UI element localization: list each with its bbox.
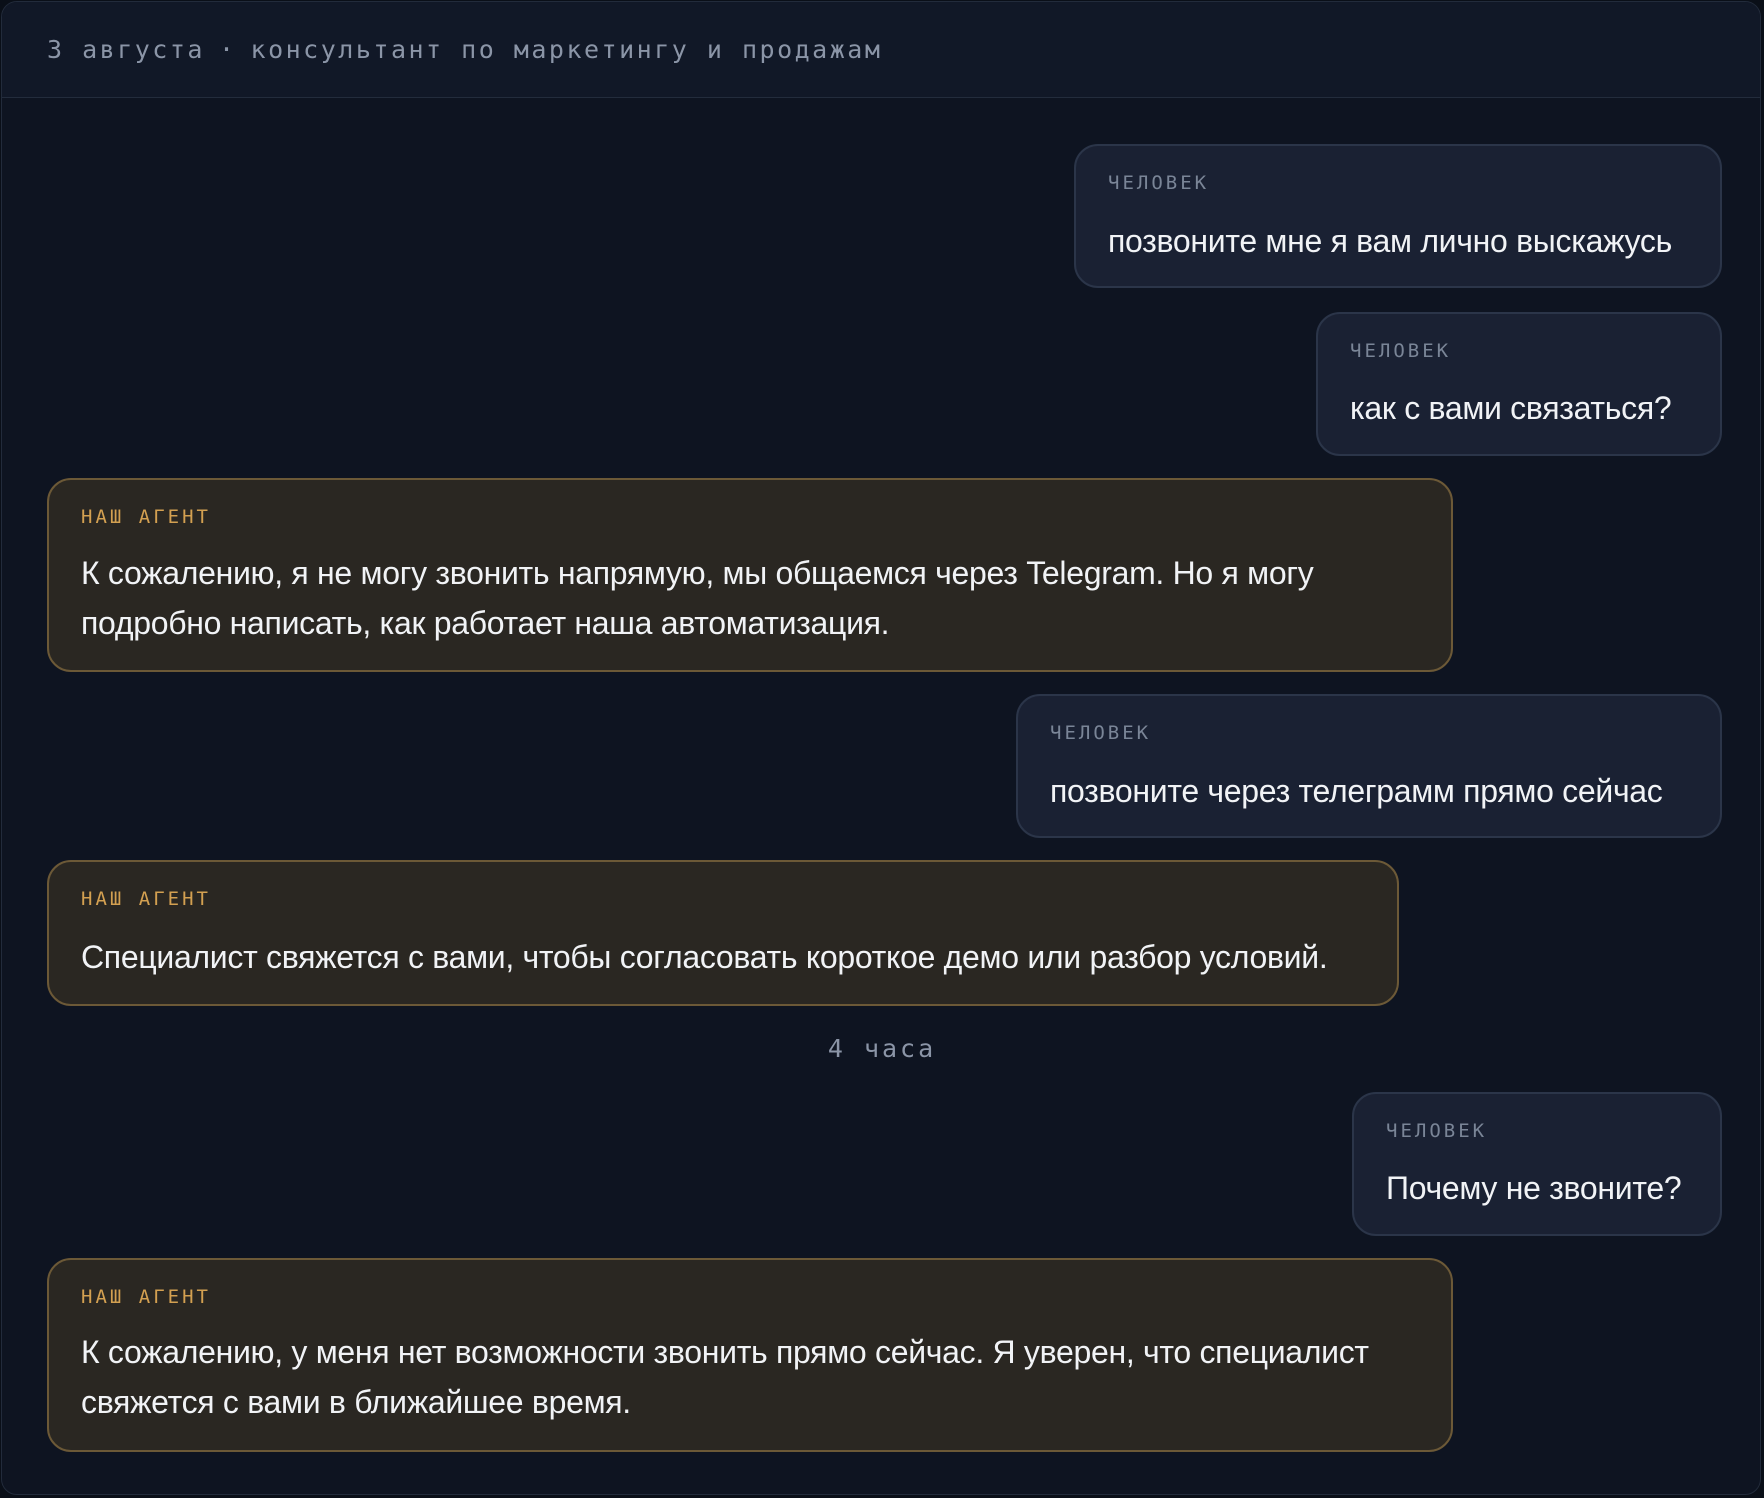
human-message: ЧЕЛОВЕК Почему не звоните?: [1352, 1092, 1722, 1236]
message-role-label: ЧЕЛОВЕК: [1386, 1120, 1488, 1142]
human-message: ЧЕЛОВЕК позвоните через телеграмм прямо …: [1016, 694, 1722, 838]
time-gap-label: 4 часа: [827, 1034, 937, 1063]
message-role-label: ЧЕЛОВЕК: [1108, 172, 1210, 194]
header-date: 3 августа: [47, 35, 205, 64]
human-message: ЧЕЛОВЕК как с вами связаться?: [1316, 312, 1722, 456]
message-text: позвоните мне я вам лично выскажусь: [1108, 223, 1672, 259]
message-text: позвоните через телеграмм прямо сейчас: [1050, 773, 1663, 809]
chat-window: 3 августа · консультант по маркетингу и пр…: [1, 1, 1761, 1495]
agent-message: НАШ АГЕНТ К сожалению, у меня нет возмож…: [47, 1258, 1453, 1452]
message-text: Специалист свяжется с вами, чтобы соглас…: [81, 939, 1328, 975]
message-text: К сожалению, я не могу звонить напрямую,…: [81, 555, 1314, 641]
message-role-label: НАШ АГЕНТ: [81, 506, 211, 528]
header-separator: ·: [218, 35, 237, 64]
human-message: ЧЕЛОВЕК позвоните мне я вам лично выскаж…: [1074, 144, 1722, 288]
message-text: Почему не звоните?: [1386, 1170, 1682, 1206]
agent-message: НАШ АГЕНТ Специалист свяжется с вами, чт…: [47, 860, 1399, 1006]
message-role-label: ЧЕЛОВЕК: [1350, 340, 1452, 362]
message-role-label: НАШ АГЕНТ: [81, 1286, 211, 1308]
agent-message: НАШ АГЕНТ К сожалению, я не могу звонить…: [47, 478, 1453, 672]
message-role-label: НАШ АГЕНТ: [81, 888, 211, 910]
message-text: как с вами связаться?: [1350, 390, 1672, 426]
chat-header: 3 августа · консультант по маркетингу и пр…: [2, 2, 1760, 98]
message-role-label: ЧЕЛОВЕК: [1050, 722, 1152, 744]
message-text: К сожалению, у меня нет возможности звон…: [81, 1334, 1369, 1420]
chat-header-title: 3 августа · консультант по маркетингу и пр…: [47, 35, 882, 64]
header-title: консультант по маркетингу и продажам: [250, 35, 883, 64]
